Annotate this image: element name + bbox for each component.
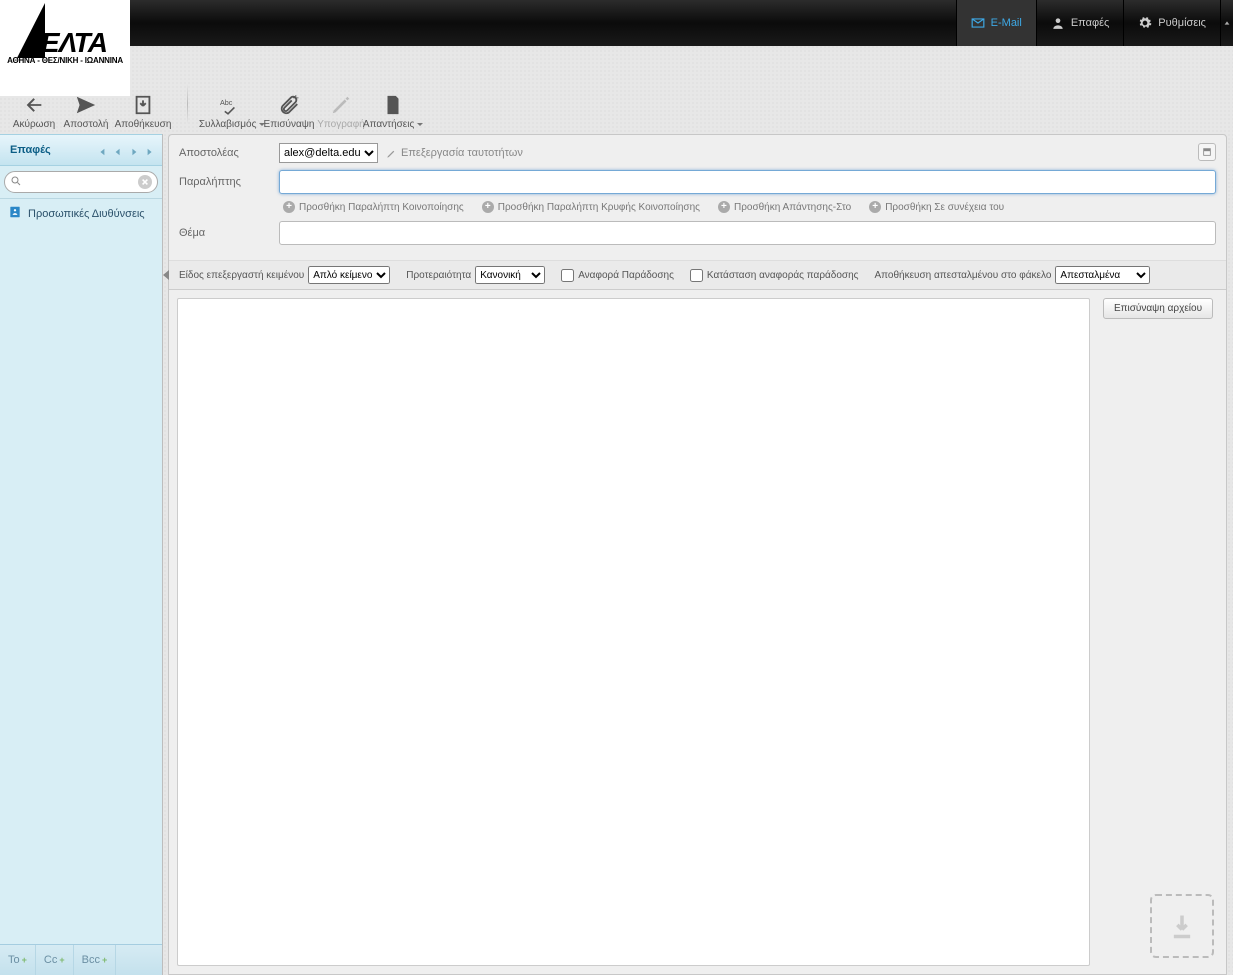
save-icon xyxy=(129,92,157,116)
delivery-report-checkbox[interactable] xyxy=(561,269,574,282)
delivery-status-checkbox[interactable] xyxy=(690,269,703,282)
pen-icon xyxy=(327,92,355,116)
top-bar: IEK E-Mail Επαφές Ρυθμίσεις xyxy=(0,0,1233,46)
add-followup-link[interactable]: +Προσθήκη Σε συνέχεια του xyxy=(869,201,1004,213)
attach-file-button[interactable]: Επισύναψη αρχείου xyxy=(1103,298,1213,319)
compose-headers: Αποστολέας alex@delta.edu Επεξεργασία τα… xyxy=(169,135,1226,260)
topnav-settings[interactable]: Ρυθμίσεις xyxy=(1123,0,1220,46)
clear-icon[interactable] xyxy=(138,175,152,189)
row-from: Αποστολέας alex@delta.edu Επεξεργασία τα… xyxy=(179,143,1216,163)
attachments-panel: Επισύναψη αρχείου xyxy=(1098,298,1218,966)
svg-text:+: + xyxy=(293,94,299,104)
to-field[interactable] xyxy=(279,170,1216,194)
plus-icon: + xyxy=(482,201,494,213)
plus-icon: + xyxy=(718,201,730,213)
topnav-contacts[interactable]: Επαφές xyxy=(1036,0,1123,46)
editor-type-opt: Είδος επεξεργαστή κειμένου Απλό κείμενο xyxy=(179,266,390,284)
person-icon xyxy=(1051,16,1065,30)
page-prev-icon[interactable] xyxy=(112,144,124,156)
sidebar-header: Επαφές xyxy=(0,134,162,166)
spellcheck-button[interactable]: Abc Συλλαβισμός xyxy=(202,92,262,134)
tab-cc[interactable]: Cc+ xyxy=(36,945,74,975)
sidebar-search-input[interactable] xyxy=(4,171,158,193)
download-icon xyxy=(1168,912,1196,940)
topnav-email-label: E-Mail xyxy=(991,17,1022,29)
svg-text:Abc: Abc xyxy=(220,98,233,107)
editor-type-select[interactable]: Απλό κείμενο xyxy=(308,266,390,284)
mail-icon xyxy=(971,16,985,30)
priority-opt: Προτεραιότητα Κανονική xyxy=(406,266,545,284)
address-book-item[interactable]: Προσωπικές Διυθύνσεις xyxy=(0,199,162,228)
save-sent-select[interactable]: Απεσταλμένα xyxy=(1055,266,1150,284)
subject-field[interactable] xyxy=(279,221,1216,245)
chevron-down-icon[interactable] xyxy=(417,123,423,126)
topnav-more-icon[interactable] xyxy=(1220,0,1233,46)
subject-label: Θέμα xyxy=(179,227,279,239)
topnav-settings-label: Ρυθμίσεις xyxy=(1158,17,1206,29)
topnav-contacts-label: Επαφές xyxy=(1071,17,1109,29)
delivery-report-opt[interactable]: Αναφορά Παράδοσης xyxy=(561,269,674,282)
send-button[interactable]: Αποστολή xyxy=(61,92,111,134)
add-cc-link[interactable]: +Προσθήκη Παραλήπτη Κοινοποίησης xyxy=(283,201,464,213)
attach-button[interactable]: + Επισύναψη xyxy=(264,92,314,134)
message-body-editor[interactable] xyxy=(177,298,1090,966)
sidebar-footer: To+ Cc+ Bcc+ xyxy=(0,944,162,975)
page-last-icon[interactable] xyxy=(144,144,156,156)
pencil-icon xyxy=(386,148,397,159)
top-nav: E-Mail Επαφές Ρυθμίσεις xyxy=(956,0,1233,46)
address-book-icon xyxy=(8,205,22,222)
tab-to[interactable]: To+ xyxy=(0,945,36,975)
cancel-button[interactable]: Ακύρωση xyxy=(9,92,59,134)
compose-toolbar: Ακύρωση Αποστολή Αποθήκευση Abc Σ xyxy=(0,46,1233,134)
signature-button: Υπογραφή xyxy=(316,92,366,134)
tab-bcc[interactable]: Bcc+ xyxy=(74,945,117,975)
send-icon xyxy=(72,92,100,116)
address-book-list: Προσωπικές Διυθύνσεις xyxy=(0,199,162,944)
document-icon xyxy=(379,92,407,116)
contacts-sidebar: Επαφές xyxy=(0,134,163,975)
toolbar-separator xyxy=(187,84,188,124)
toggle-headers-icon[interactable] xyxy=(1198,143,1216,161)
collapse-options-icon[interactable] xyxy=(163,270,169,280)
sidebar-title: Επαφές xyxy=(10,144,51,156)
responses-button[interactable]: Απαντήσεις xyxy=(368,92,418,134)
spellcheck-icon: Abc xyxy=(218,92,246,116)
compose-options-bar: Είδος επεξεργαστή κειμένου Απλό κείμενο … xyxy=(169,260,1226,290)
attachment-dropzone[interactable] xyxy=(1150,894,1214,958)
sidebar-pager xyxy=(96,144,156,156)
add-bcc-link[interactable]: +Προσθήκη Παραλήπτη Κρυφής Κοινοποίησης xyxy=(482,201,700,213)
topnav-email[interactable]: E-Mail xyxy=(956,0,1036,46)
search-icon xyxy=(10,175,24,189)
add-recipient-links: +Προσθήκη Παραλήπτη Κοινοποίησης +Προσθή… xyxy=(283,201,1216,213)
page-next-icon[interactable] xyxy=(128,144,140,156)
from-select[interactable]: alex@delta.edu xyxy=(279,143,378,163)
compose-pane: Αποστολέας alex@delta.edu Επεξεργασία τα… xyxy=(168,134,1227,975)
sidebar-search-wrap xyxy=(0,166,162,199)
compose-body-row: Επισύναψη αρχείου xyxy=(169,290,1226,974)
delivery-status-opt[interactable]: Κατάσταση αναφοράς παράδοσης xyxy=(690,269,859,282)
paperclip-icon: + xyxy=(275,92,303,116)
save-button[interactable]: Αποθήκευση xyxy=(113,92,173,134)
from-label: Αποστολέας xyxy=(179,147,279,159)
priority-select[interactable]: Κανονική xyxy=(475,266,545,284)
main-area: Ακύρωση Αποστολή Αποθήκευση Abc Σ xyxy=(0,46,1233,975)
edit-identities-link[interactable]: Επεξεργασία ταυτοτήτων xyxy=(386,147,523,159)
save-sent-opt: Αποθήκευση απεσταλμένου στο φάκελο Απεστ… xyxy=(874,266,1150,284)
gear-icon xyxy=(1138,16,1152,30)
iek-label: IEK xyxy=(78,10,114,31)
plus-icon: + xyxy=(869,201,881,213)
add-replyto-link[interactable]: +Προσθήκη Απάντησης-Στο xyxy=(718,201,851,213)
address-book-label: Προσωπικές Διυθύνσεις xyxy=(28,208,145,220)
row-subject: Θέμα xyxy=(179,221,1216,245)
to-label: Παραλήπτης xyxy=(179,176,279,188)
row-to: Παραλήπτης xyxy=(179,170,1216,194)
back-arrow-icon xyxy=(20,92,48,116)
plus-icon: + xyxy=(283,201,295,213)
page-first-icon[interactable] xyxy=(96,144,108,156)
